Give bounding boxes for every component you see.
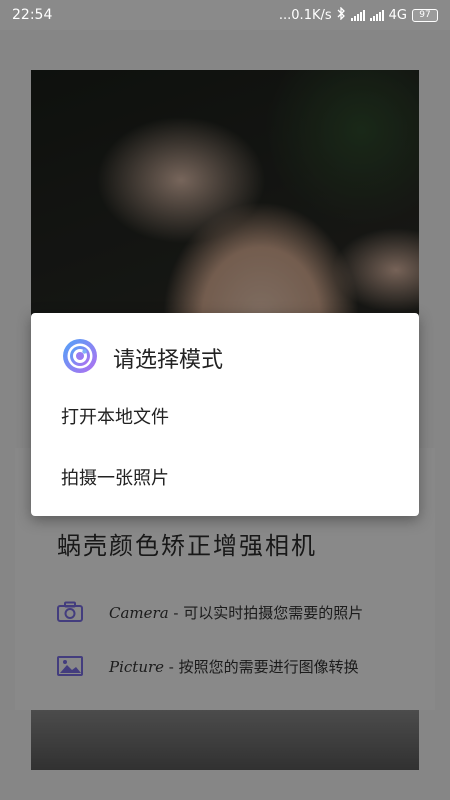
network-speed: ...0.1K/s [278, 7, 332, 23]
mode-dialog: 请选择模式 打开本地文件 拍摄一张照片 [31, 313, 419, 516]
bluetooth-icon [337, 5, 346, 24]
status-icons: ...0.1K/s 4G 97 [278, 5, 438, 24]
dialog-header: 请选择模式 [61, 337, 223, 379]
status-time: 22:54 [12, 7, 53, 23]
take-photo-option[interactable]: 拍摄一张照片 [31, 450, 419, 504]
network-type: 4G [388, 7, 407, 23]
open-local-file-option[interactable]: 打开本地文件 [31, 389, 419, 443]
signal-icon-2 [369, 9, 384, 21]
signal-icon [350, 9, 365, 21]
status-bar: 22:54 ...0.1K/s 4G 97 [0, 0, 450, 30]
app-logo-icon [61, 337, 99, 379]
battery-icon: 97 [412, 8, 438, 22]
dialog-title: 请选择模式 [113, 348, 224, 373]
